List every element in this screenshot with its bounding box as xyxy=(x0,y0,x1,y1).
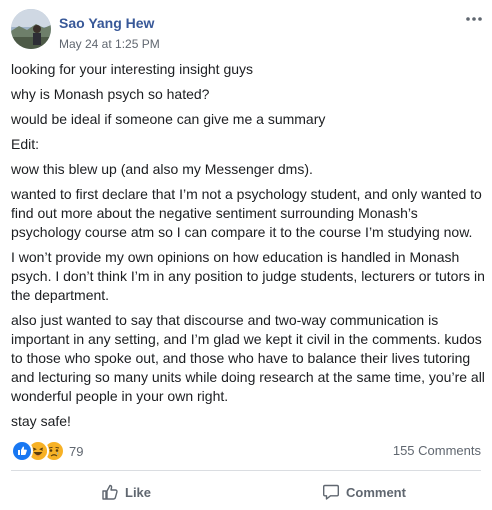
post-paragraph: would be ideal if someone can give me a … xyxy=(11,111,326,127)
like-icon xyxy=(11,440,33,462)
post-timestamp[interactable]: May 24 at 1:25 PM xyxy=(59,37,160,51)
more-options-button[interactable] xyxy=(462,10,486,28)
post-body: looking for your interesting insight guy… xyxy=(11,60,486,437)
facebook-post: Sao Yang Hew May 24 at 1:25 PM looking f… xyxy=(0,0,492,510)
post-paragraph: also just wanted to say that discourse a… xyxy=(11,312,485,404)
divider xyxy=(11,470,481,471)
post-paragraph: stay safe! xyxy=(11,413,71,429)
like-label: Like xyxy=(125,484,152,500)
reactions-summary[interactable]: 79 xyxy=(11,440,83,462)
avatar[interactable] xyxy=(11,9,51,49)
post-paragraph: wanted to first declare that I’m not a p… xyxy=(11,186,482,240)
comment-button[interactable]: Comment xyxy=(322,478,406,506)
comment-label: Comment xyxy=(346,484,406,500)
more-icon xyxy=(466,17,482,21)
thumbs-up-icon xyxy=(102,484,118,500)
author-name[interactable]: Sao Yang Hew xyxy=(59,15,154,31)
post-paragraph: looking for your interesting insight guy… xyxy=(11,61,254,77)
comments-count[interactable]: 155 Comments xyxy=(393,443,481,458)
reaction-count: 79 xyxy=(69,443,84,459)
comment-icon xyxy=(323,484,339,500)
post-paragraph: why is Monash psych so hated? xyxy=(11,86,210,102)
post-paragraph: wow this blew up (and also my Messenger … xyxy=(11,161,313,177)
post-paragraph: Edit: xyxy=(11,136,40,152)
like-button[interactable]: Like xyxy=(101,478,151,506)
post-paragraph: I won’t provide my own opinions on how e… xyxy=(11,249,485,303)
